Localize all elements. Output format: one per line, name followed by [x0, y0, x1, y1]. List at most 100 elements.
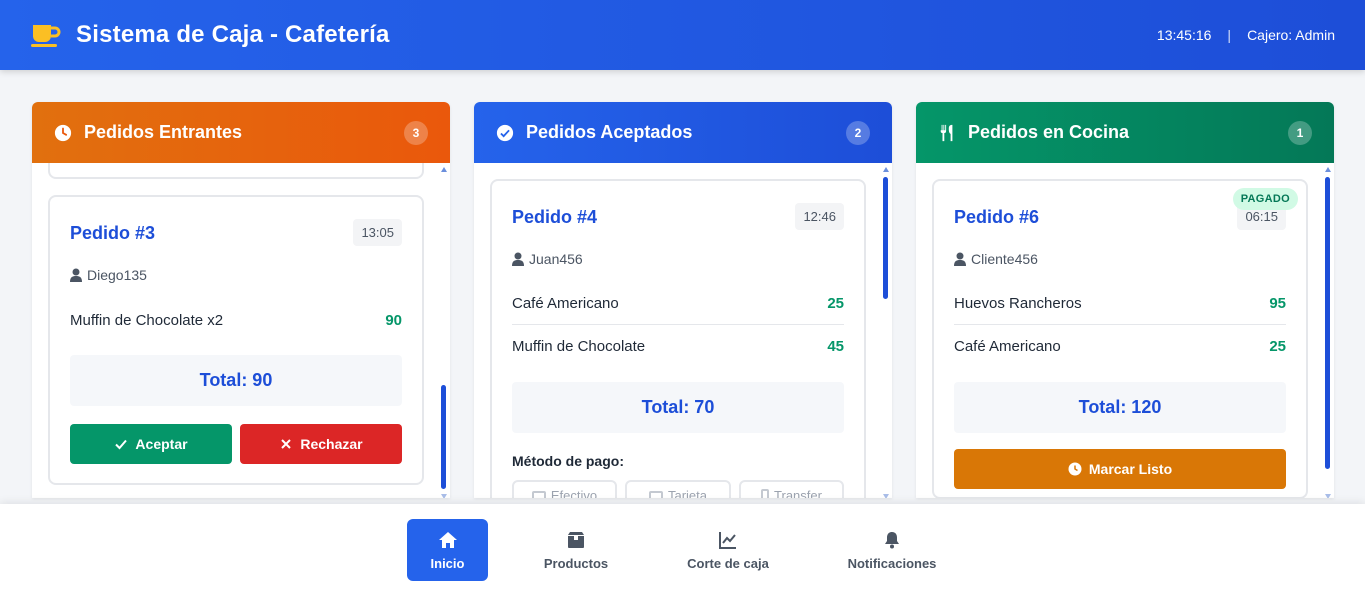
column-incoming-header: Pedidos Entrantes 3: [32, 102, 450, 163]
nav-item-products[interactable]: Productos: [531, 519, 621, 581]
scrollbar[interactable]: [440, 167, 448, 498]
item-name: Café Americano: [512, 295, 619, 312]
order-customer: Diego135: [70, 267, 147, 283]
column-title: Pedidos Aceptados: [526, 122, 693, 142]
coffee-cup-icon: [31, 25, 61, 47]
reject-button[interactable]: Rechazar: [240, 424, 402, 464]
order-items: Muffin de Chocolate x2 90: [70, 299, 402, 341]
cash-icon: [531, 490, 546, 498]
header-info: 13:45:16 | Cajero: Admin: [1157, 27, 1335, 43]
customer-name: Juan456: [529, 251, 583, 267]
list-item: Muffin de Chocolate x2 90: [70, 299, 402, 341]
item-price: 25: [827, 295, 844, 312]
column-accepted-list[interactable]: Pedido #4 12:46 Juan456 Café Americano 2…: [474, 163, 892, 498]
utensils-icon: [940, 124, 953, 141]
payment-option-label: Tarjeta: [667, 487, 708, 499]
payment-option-transfer[interactable]: Transfer: [739, 480, 844, 498]
mark-ready-label: Marcar Listo: [1088, 461, 1173, 477]
scrollbar-thumb[interactable]: [1325, 177, 1330, 469]
payment-option-label: Efectivo: [550, 487, 598, 499]
user-icon: [70, 268, 82, 282]
customer-name: Cliente456: [971, 251, 1038, 267]
column-accepted-header: Pedidos Aceptados 2: [474, 102, 892, 163]
payment-option-cash[interactable]: Efectivo: [512, 480, 617, 498]
status-badge: PAGADO: [1232, 188, 1298, 210]
order-items: Café Americano 25 Muffin de Chocolate 45: [512, 283, 844, 367]
cashier-name: Cajero: Admin: [1247, 27, 1335, 43]
order-title: Pedido #6: [954, 207, 1040, 227]
column-title: Pedidos Entrantes: [84, 122, 243, 142]
scrollbar-thumb[interactable]: [441, 385, 446, 489]
order-title: Pedido #3: [70, 223, 156, 243]
user-icon: [954, 252, 966, 266]
column-incoming: Pedidos Entrantes 3 Pedido #3 13:05 Dieg…: [32, 102, 450, 498]
clock-icon: [1068, 462, 1082, 476]
scrollbar-thumb[interactable]: [883, 177, 888, 299]
order-total: Total: 90: [70, 355, 402, 406]
column-title: Pedidos en Cocina: [968, 122, 1130, 142]
reject-label: Rechazar: [300, 436, 363, 452]
item-name: Huevos Rancheros: [954, 295, 1082, 312]
order-items: Huevos Rancheros 95 Café Americano 25: [954, 283, 1286, 367]
scroll-down-arrow[interactable]: [883, 494, 889, 498]
list-item: Muffin de Chocolate 45: [512, 325, 844, 367]
item-price: 25: [1269, 337, 1286, 355]
check-circle-icon: [496, 124, 514, 141]
scroll-up-arrow[interactable]: [441, 167, 447, 172]
check-icon: [115, 439, 128, 450]
item-price: 45: [827, 337, 844, 355]
payment-option-card[interactable]: Tarjeta: [625, 480, 731, 498]
mark-ready-button[interactable]: Marcar Listo: [954, 449, 1286, 489]
item-name: Muffin de Chocolate x2: [70, 311, 224, 329]
nav-item-cash-cut[interactable]: Corte de caja: [678, 519, 778, 581]
header-separator: |: [1227, 27, 1232, 43]
nav-item-home[interactable]: Inicio: [407, 519, 488, 581]
list-item: Huevos Rancheros 95: [954, 283, 1286, 325]
nav-item-notifications[interactable]: Notificaciones: [840, 519, 944, 581]
mobile-icon: [761, 489, 770, 498]
order-total: Total: 70: [512, 382, 844, 433]
box-icon: [568, 531, 584, 548]
item-name: Muffin de Chocolate: [512, 337, 646, 355]
clock-icon: [54, 124, 72, 141]
nav-item-label: Corte de caja: [687, 555, 769, 571]
accept-button[interactable]: Aceptar: [70, 424, 232, 464]
list-item: Café Americano 25: [512, 283, 844, 325]
scroll-up-arrow[interactable]: [883, 167, 889, 172]
order-title: Pedido #4: [512, 207, 598, 227]
scrollbar[interactable]: [1324, 167, 1332, 498]
scroll-down-arrow[interactable]: [441, 494, 447, 498]
order-card: Pedido #4 12:46 Juan456 Café Americano 2…: [490, 179, 866, 498]
scroll-up-arrow[interactable]: [1325, 167, 1331, 172]
accept-label: Aceptar: [135, 436, 188, 452]
nav-item-label: Inicio: [430, 555, 465, 571]
order-card: Pedido #3 13:05 Diego135 Muffin de Choco…: [48, 195, 424, 485]
nav-item-label: Productos: [543, 555, 609, 571]
order-card: Pedido #6 06:15 PAGADO Cliente456 Huevos…: [932, 179, 1308, 498]
payment-options: Efectivo Tarjeta Transfer: [512, 480, 844, 498]
nav-item-label: Notificaciones: [847, 555, 937, 571]
scroll-down-arrow[interactable]: [1325, 494, 1331, 498]
credit-card-icon: [648, 490, 663, 498]
column-accepted: Pedidos Aceptados 2 Pedido #4 12:46 Juan…: [474, 102, 892, 498]
order-customer: Cliente456: [954, 251, 1038, 267]
scrollbar[interactable]: [882, 167, 890, 498]
count-badge: 3: [404, 120, 428, 145]
list-item: Café Americano 25: [954, 325, 1286, 367]
order-total: Total: 120: [954, 382, 1286, 433]
bell-icon: [885, 531, 899, 548]
item-name: Café Americano: [954, 337, 1061, 355]
clock-time: 13:45:16: [1156, 27, 1212, 43]
column-kitchen: Pedidos en Cocina 1 Pedido #6 06:15 PAGA…: [916, 102, 1334, 498]
item-price: 90: [385, 311, 402, 329]
column-kitchen-list[interactable]: Pedido #6 06:15 PAGADO Cliente456 Huevos…: [916, 163, 1334, 498]
user-icon: [512, 252, 524, 266]
count-badge: 2: [846, 120, 870, 145]
close-icon: [281, 439, 292, 449]
order-time: 13:05: [353, 219, 402, 246]
order-time: 12:46: [795, 203, 844, 230]
chart-line-icon: [719, 531, 736, 549]
column-incoming-list[interactable]: Pedido #3 13:05 Diego135 Muffin de Choco…: [32, 163, 450, 498]
order-card-partial: [48, 163, 424, 179]
app-header: Sistema de Caja - Cafetería 13:45:16 | C…: [0, 0, 1365, 70]
